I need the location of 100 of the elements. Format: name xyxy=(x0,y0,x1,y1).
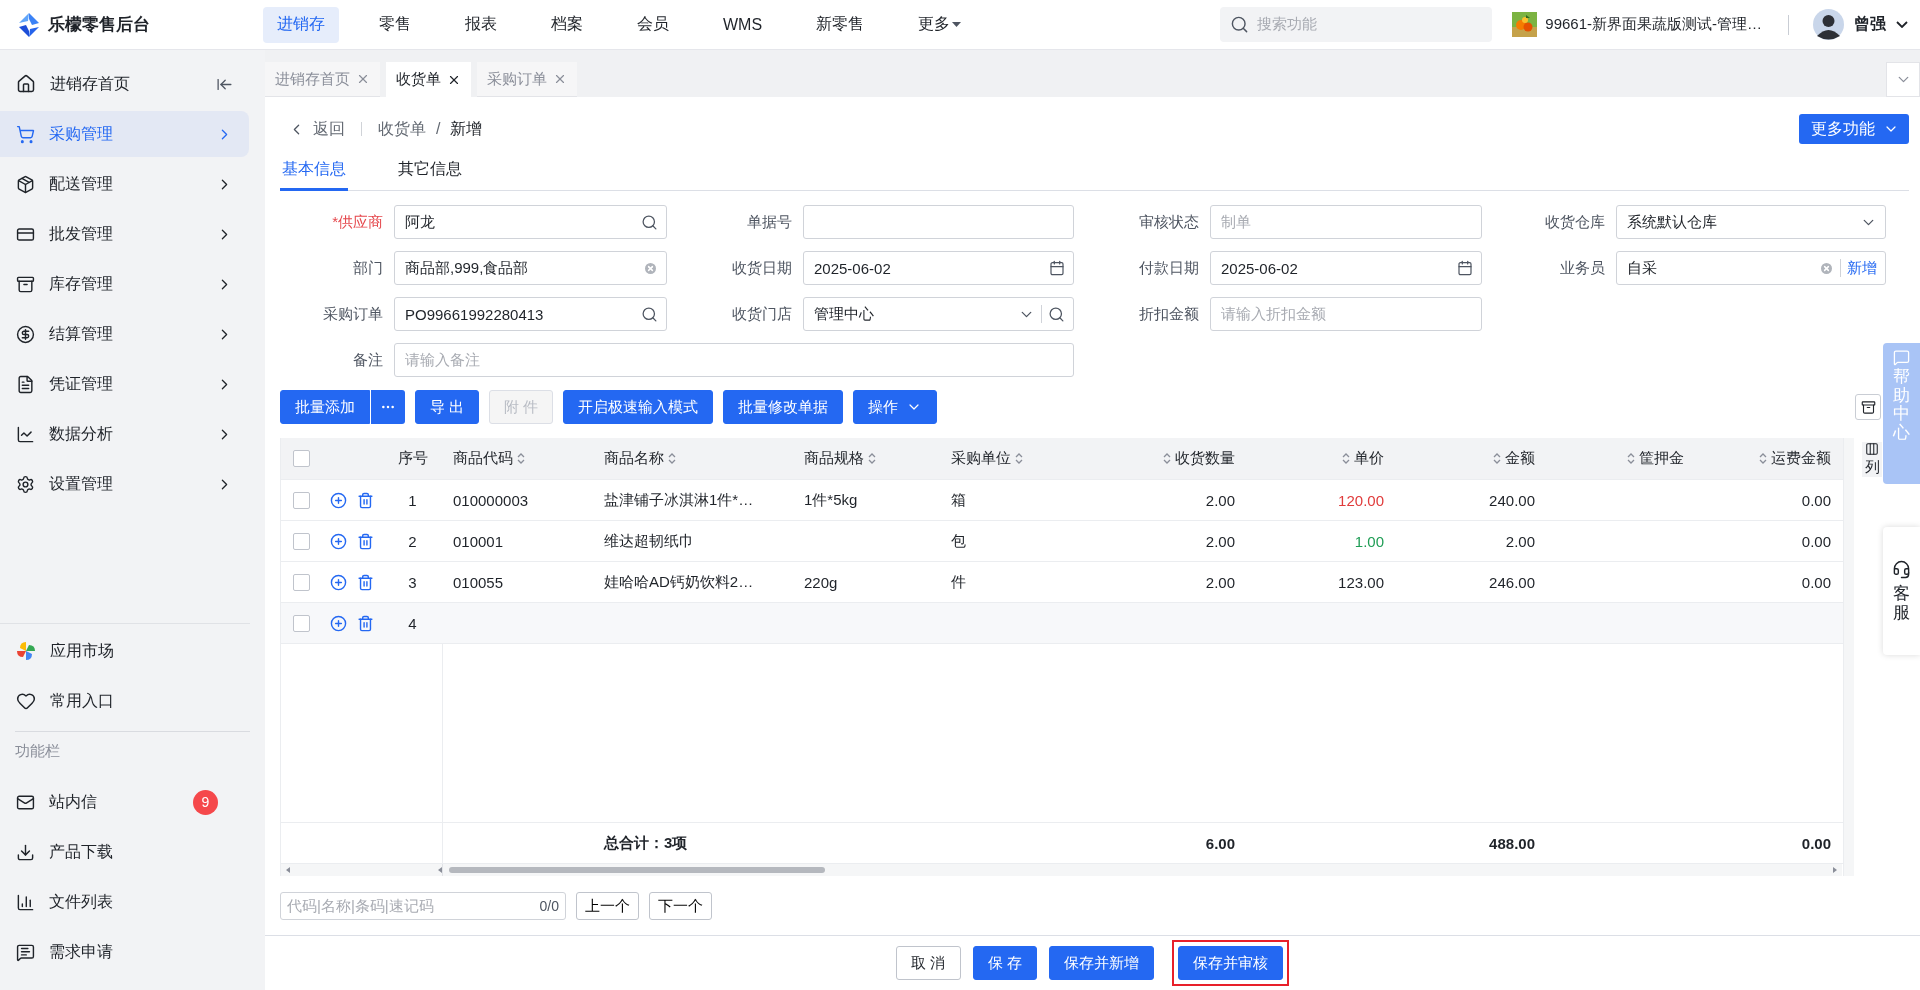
back-link[interactable]: 返回 xyxy=(280,118,345,140)
table-cell-text: 件 xyxy=(950,571,967,592)
field-label: 收货日期 xyxy=(731,258,793,278)
table-cell-text: 010055 xyxy=(452,572,505,593)
sidebar-item[interactable]: 产品下载 xyxy=(0,829,234,875)
toolbar-button[interactable]: 导 出 xyxy=(415,390,480,424)
sidebar-item[interactable]: 结算管理 xyxy=(0,311,249,357)
breadcrumb-separator: / xyxy=(436,120,441,138)
table-cell-text: 2.00 xyxy=(1204,531,1236,552)
add-link[interactable]: 新增 xyxy=(1847,258,1877,278)
sidebar-item[interactable]: 需求申请 xyxy=(0,929,234,975)
input-field[interactable]: 阿龙 xyxy=(394,205,667,239)
find-field[interactable]: 代码|名称|条码|速记码 0/0 xyxy=(280,892,566,920)
column-header[interactable]: 金额 xyxy=(1396,438,1547,479)
column-header[interactable]: 收货数量 xyxy=(1094,438,1247,479)
primary-button[interactable]: 保存并审核 xyxy=(1177,946,1283,980)
sidebar-item[interactable]: 站内信 9 xyxy=(0,779,234,825)
table-cell-text: 维达超韧纸巾 xyxy=(603,530,695,551)
field-label: 付款日期 xyxy=(1138,258,1200,278)
field-label: 采购订单 xyxy=(322,304,384,324)
nav-item[interactable]: 更多 xyxy=(904,6,976,43)
app-logo-text: 乐檬零售后台 xyxy=(48,14,151,36)
sub-tab[interactable]: 其它信息 xyxy=(396,151,464,191)
table-cell-text: 010000003 xyxy=(452,490,530,511)
more-functions-button[interactable]: 更多功能 xyxy=(1799,114,1909,144)
user-name[interactable]: 曾强 xyxy=(1854,14,1886,35)
sidebar-item[interactable]: 进销存首页 xyxy=(0,61,249,107)
sub-tab[interactable]: 基本信息 xyxy=(280,151,348,191)
match-count: 0/0 xyxy=(539,898,559,914)
sidebar-item[interactable]: 采购管理 xyxy=(0,111,249,157)
table-cell-text: 4 xyxy=(407,613,418,634)
page-tab[interactable]: 收货单 xyxy=(386,62,471,97)
input-field[interactable]: 商品部,999,食品部 xyxy=(394,251,667,285)
sidebar-item[interactable]: 设置管理 xyxy=(0,461,249,507)
sidebar-item[interactable]: 应用市场 xyxy=(0,628,234,674)
toolbar-button[interactable]: 批量修改单据 xyxy=(723,390,844,424)
table-cell-text: 1 xyxy=(407,490,418,511)
store-name[interactable]: 99661-新界面果蔬版测试-管理… xyxy=(1545,15,1762,34)
table-cell-text: 1件*5kg xyxy=(803,489,859,510)
sidebar-item[interactable]: 配送管理 xyxy=(0,161,249,207)
field-label: 备注 xyxy=(352,350,384,370)
table-cell-text: 1.00 xyxy=(1353,531,1385,552)
column-settings-tab[interactable]: 列 xyxy=(1862,442,1882,477)
select-field[interactable]: 系统默认仓库 xyxy=(1616,205,1886,239)
primary-button[interactable]: 保 存 xyxy=(972,946,1037,980)
date-field[interactable]: 2025-06-02 xyxy=(1210,251,1482,285)
sidebar-item[interactable]: 常用入口 xyxy=(0,678,234,724)
table-cell-text: 246.00 xyxy=(1488,572,1536,593)
nav-item[interactable]: 零售 xyxy=(365,6,425,43)
nav-item[interactable]: 会员 xyxy=(623,6,683,43)
field-label: *供应商 xyxy=(331,212,384,232)
field-label: 部门 xyxy=(352,258,384,278)
nav-button[interactable]: 下一个 xyxy=(649,892,712,920)
toolbar-button[interactable]: 开启极速输入模式 xyxy=(563,390,714,424)
table-cell-text: 2 xyxy=(407,531,418,552)
customer-service-tab[interactable]: 客服 xyxy=(1883,527,1920,655)
table-cell-text: 2.00 xyxy=(1204,490,1236,511)
date-field[interactable]: 2025-06-02 xyxy=(803,251,1074,285)
table-cell-text: 娃哈哈AD钙奶饮料2… xyxy=(603,571,755,592)
input-field[interactable]: 自采 新增 xyxy=(1616,251,1886,285)
column-header[interactable]: 采购单位 xyxy=(941,438,1094,479)
toolbar-button[interactable]: 操作 xyxy=(853,390,938,424)
table-cell-text: 220g xyxy=(803,572,839,593)
field-label: 折扣金额 xyxy=(1138,304,1200,324)
nav-item[interactable]: 报表 xyxy=(451,6,511,43)
select-field[interactable]: 管理中心 xyxy=(803,297,1074,331)
nav-button[interactable]: 上一个 xyxy=(576,892,639,920)
input-field[interactable]: PO99661992280413 xyxy=(394,297,667,331)
nav-item[interactable]: 档案 xyxy=(537,6,597,43)
sidebar-item[interactable]: 库存管理 xyxy=(0,261,249,307)
sidebar-item[interactable]: 数据分析 xyxy=(0,411,249,457)
table-cell-text: 2.00 xyxy=(1204,572,1236,593)
primary-button[interactable]: 保存并新增 xyxy=(1048,946,1154,980)
column-header[interactable]: 单价 xyxy=(1247,438,1396,479)
total-cell-text: 488.00 xyxy=(1488,833,1536,854)
sidebar-item[interactable]: 批发管理 xyxy=(0,211,249,257)
total-cell-text: 6.00 xyxy=(1204,833,1236,854)
field-label: 审核状态 xyxy=(1138,212,1200,232)
count-badge: 9 xyxy=(193,789,218,815)
toolbar-button[interactable]: 批量添加 xyxy=(280,390,370,424)
nav-item[interactable]: WMS xyxy=(709,6,777,43)
column-header[interactable]: 筐押金 xyxy=(1547,438,1696,479)
cancel-button[interactable]: 取 消 xyxy=(896,946,961,980)
column-header[interactable]: 序号 xyxy=(382,438,443,479)
column-header[interactable]: 运费金额 xyxy=(1696,438,1843,479)
column-header[interactable]: 商品代码 xyxy=(443,438,594,479)
section-title: 功能栏 xyxy=(14,741,61,761)
table-cell-text: 0.00 xyxy=(1800,490,1832,511)
sidebar-item[interactable]: 文件列表 xyxy=(0,879,234,925)
column-header[interactable]: 商品规格 xyxy=(794,438,941,479)
table-cell-text: 0.00 xyxy=(1800,531,1832,552)
column-header[interactable]: 商品名称 xyxy=(594,438,794,479)
sidebar-item[interactable]: 凭证管理 xyxy=(0,361,249,407)
breadcrumb-item: 收货单 xyxy=(378,118,426,139)
field-label: 业务员 xyxy=(1559,258,1606,278)
total-cell-text: 0.00 xyxy=(1800,833,1832,854)
breadcrumb-item: 新增 xyxy=(450,118,483,139)
table-cell-text: 3 xyxy=(407,572,418,593)
nav-item[interactable]: 进销存 xyxy=(263,6,339,43)
nav-item[interactable]: 新零售 xyxy=(802,6,879,43)
